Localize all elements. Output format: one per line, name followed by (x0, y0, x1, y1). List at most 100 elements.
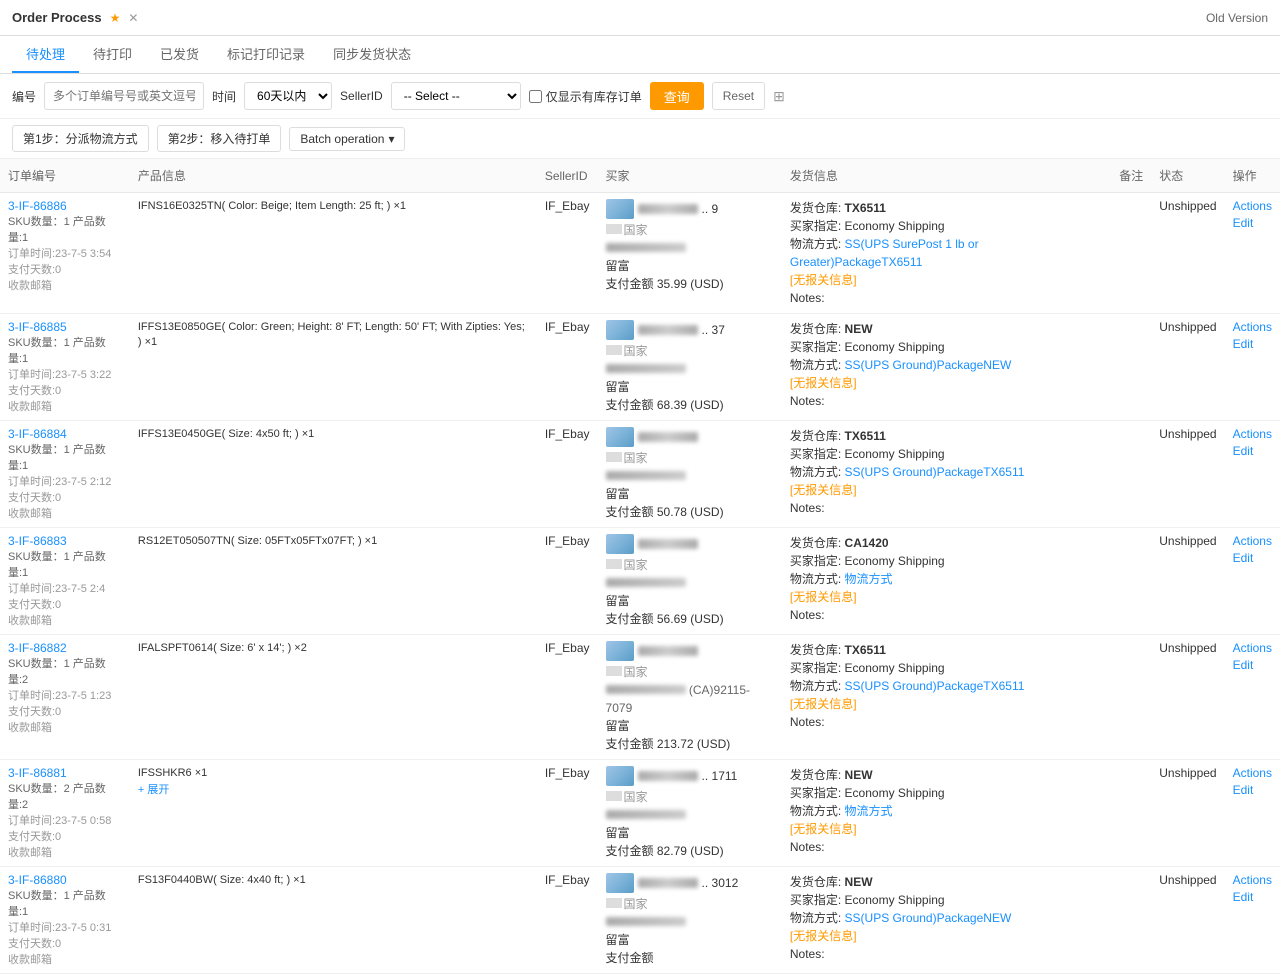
order-time: 订单时间:23-7-5 0:58 (8, 812, 122, 828)
edit-button[interactable]: Edit (1233, 658, 1272, 672)
actions-button[interactable]: Actions (1233, 766, 1272, 780)
tab-yifahuo[interactable]: 已发货 (146, 36, 213, 73)
order-id-link[interactable]: 3-IF-86883 (8, 534, 67, 548)
ship-carrier-link[interactable]: SS(UPS Ground)PackageTX6511 (845, 679, 1025, 693)
tab-daichuli[interactable]: 待处理 (12, 36, 79, 73)
ship-info: 发货仓库: TX6511 买家指定: Economy Shipping 物流方式… (790, 199, 1103, 307)
sku-info: SKU数量：1 产品数量:1 (8, 548, 122, 580)
actions-button[interactable]: Actions (1233, 873, 1272, 887)
product-cell: RS12ET050507TN( Size: 05FTx05FTx07FT; ) … (130, 528, 537, 635)
close-icon[interactable]: ✕ (128, 11, 138, 25)
pay-count: 支付天数:0 (8, 935, 122, 951)
sku-info: SKU数量：1 产品数量:1 (8, 887, 122, 919)
carrier: 物流方式: SS(UPS Ground)PackageTX6511 (790, 463, 1103, 481)
notes-cell (1111, 193, 1151, 314)
order-id-link[interactable]: 3-IF-86884 (8, 427, 67, 441)
ship-carrier-link[interactable]: SS(UPS Ground)PackageNEW (845, 358, 1012, 372)
carrier: 物流方式: 物流方式 (790, 570, 1103, 588)
buyer-name-blurred (638, 539, 698, 549)
actions-button[interactable]: Actions (1233, 534, 1272, 548)
order-id-link[interactable]: 3-IF-86885 (8, 320, 67, 334)
ship-carrier-link[interactable]: SS(UPS SurePost 1 lb or Greater)PackageT… (790, 237, 979, 269)
col-header-action: 操作 (1225, 159, 1280, 193)
tab-tongbu[interactable]: 同步发货状态 (319, 36, 425, 73)
order-id-link[interactable]: 3-IF-86880 (8, 873, 67, 887)
ship-cell: 发货仓库: TX6511 买家指定: Economy Shipping 物流方式… (782, 635, 1111, 760)
edit-button[interactable]: Edit (1233, 444, 1272, 458)
order-time: 订单时间:23-7-5 2:12 (8, 473, 122, 489)
receive-addr: 收款邮箱 (8, 844, 122, 860)
buyer-zip (606, 467, 774, 485)
buyer-funds: 留富 (606, 592, 774, 610)
expand-link[interactable]: + 展开 (138, 784, 169, 796)
col-header-notes: 备注 (1111, 159, 1151, 193)
star-icon[interactable]: ★ (110, 11, 121, 25)
carrier: 物流方式: 物流方式 (790, 802, 1103, 820)
order-id-link[interactable]: 3-IF-86882 (8, 641, 67, 655)
notes-label: Notes: (790, 945, 1103, 963)
sku-info: SKU数量：1 产品数量:1 (8, 441, 122, 473)
pay-count: 支付天数:0 (8, 261, 122, 277)
ship-carrier-link[interactable]: SS(UPS Ground)PackageNEW (845, 911, 1012, 925)
chevron-down-icon: ▾ (388, 132, 394, 146)
sku-info: SKU数量：1 产品数量:1 (8, 213, 122, 245)
edit-button[interactable]: Edit (1233, 337, 1272, 351)
order-num-cell: 3-IF-86883 SKU数量：1 产品数量:1 订单时间:23-7-5 2:… (0, 528, 130, 635)
batch-operation-button[interactable]: Batch operation ▾ (289, 127, 405, 151)
tab-daidayin[interactable]: 待打印 (79, 36, 146, 73)
edit-button[interactable]: Edit (1233, 783, 1272, 797)
table-row: 3-IF-86881 SKU数量：2 产品数量:2 订单时间:23-7-5 0:… (0, 760, 1280, 867)
ship-carrier-link[interactable]: 物流方式 (845, 572, 893, 586)
ship-carrier-link[interactable]: SS(UPS Ground)PackageTX6511 (845, 465, 1025, 479)
actions-button[interactable]: Actions (1233, 427, 1272, 441)
time-select[interactable]: 60天以内 30天以内 90天以内 (244, 82, 332, 110)
product-cell: IFFS13E0450GE( Size: 4x50 ft; ) ×1 (130, 421, 537, 528)
table-row: 3-IF-86882 SKU数量：1 产品数量:2 订单时间:23-7-5 1:… (0, 635, 1280, 760)
actions-button[interactable]: Actions (1233, 199, 1272, 213)
ship-info: 发货仓库: NEW 买家指定: Economy Shipping 物流方式: S… (790, 873, 1103, 963)
buyer-cell: .. 9 国家 留富 支付金额 35.99 (USD) (598, 193, 782, 314)
status-badge: Unshipped (1159, 641, 1216, 655)
order-num-cell: 3-IF-86885 SKU数量：1 产品数量:1 订单时间:23-7-5 3:… (0, 314, 130, 421)
seller-id-label: SellerID (340, 89, 383, 103)
ship-cell: 发货仓库: TX6511 买家指定: Economy Shipping 物流方式… (782, 193, 1111, 314)
order-num-input[interactable] (44, 82, 204, 110)
buyer-cell: .. 3012 国家 留富 支付金额 (598, 867, 782, 974)
action-cell: Actions Edit (1225, 421, 1280, 528)
product-cell: IFFS13E0850GE( Color: Green; Height: 8' … (130, 314, 537, 421)
buyer-info: 国家 留富 支付金额 50.78 (USD) (606, 427, 774, 521)
buyer-name-blurred (638, 325, 698, 335)
stock-filter-label[interactable]: 仅显示有库存订单 (529, 88, 642, 105)
avatar (606, 873, 634, 893)
tab-biaojiyin[interactable]: 标记打印记录 (213, 36, 319, 73)
reset-button[interactable]: Reset (712, 82, 765, 110)
avatar (606, 534, 634, 554)
sku-info: SKU数量：1 产品数量:1 (8, 334, 122, 366)
no-info: [无报关信息] (790, 588, 1103, 606)
notes-label: Notes: (790, 289, 1103, 307)
notes-cell (1111, 867, 1151, 974)
old-version-label[interactable]: Old Version (1206, 11, 1268, 25)
edit-button[interactable]: Edit (1233, 551, 1272, 565)
order-id-link[interactable]: 3-IF-86886 (8, 199, 67, 213)
search-button[interactable]: 查询 (650, 82, 704, 110)
seller-cell: IF_Ebay (537, 421, 598, 528)
seller-select[interactable]: -- Select -- (391, 82, 521, 110)
actions-button[interactable]: Actions (1233, 641, 1272, 655)
step1-button[interactable]: 第1步：分派物流方式 (12, 125, 149, 152)
buyer-rating: .. 9 (702, 200, 719, 218)
stock-filter-checkbox[interactable] (529, 90, 542, 103)
pay-count: 支付天数:0 (8, 703, 122, 719)
pay-amount: 支付金额 (606, 949, 774, 967)
edit-button[interactable]: Edit (1233, 216, 1272, 230)
order-id-link[interactable]: 3-IF-86881 (8, 766, 67, 780)
order-time: 订单时间:23-7-5 0:31 (8, 919, 122, 935)
ship-carrier-link[interactable]: 物流方式 (845, 804, 893, 818)
product-desc: IFSSHKR6 ×1 (138, 766, 529, 781)
buyer-info: .. 9 国家 留富 支付金额 35.99 (USD) (606, 199, 774, 293)
step2-button[interactable]: 第2步：移入待打单 (157, 125, 282, 152)
warehouse: 发货仓库: TX6511 (790, 641, 1103, 659)
filter-icon[interactable]: ⊞ (773, 88, 785, 105)
edit-button[interactable]: Edit (1233, 890, 1272, 904)
actions-button[interactable]: Actions (1233, 320, 1272, 334)
